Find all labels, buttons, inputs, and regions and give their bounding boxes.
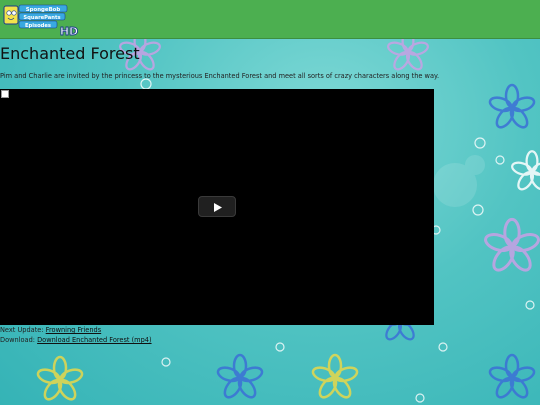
- broken-image-icon: [1, 90, 9, 98]
- play-button[interactable]: [198, 196, 236, 217]
- download-row: Download: Download Enchanted Forest (mp4…: [0, 336, 152, 344]
- play-icon: [214, 203, 222, 212]
- site-logo[interactable]: SpongeBob SquarePants Episodes HD: [2, 2, 80, 36]
- next-update-label: Next Update:: [0, 326, 44, 334]
- logo-line-1: SpongeBob: [26, 7, 61, 13]
- logo-line-4: HD: [60, 25, 78, 36]
- next-update-link[interactable]: Frowning Friends: [46, 326, 102, 334]
- page-title: Enchanted Forest: [0, 44, 140, 63]
- logo-line-3: Episodes: [25, 23, 51, 29]
- logo-line-2: SquarePants: [23, 15, 60, 21]
- site-header: SpongeBob SquarePants Episodes HD: [0, 0, 540, 39]
- download-link[interactable]: Download Enchanted Forest (mp4): [37, 336, 151, 344]
- episode-description: Pim and Charlie are invited by the princ…: [0, 72, 440, 80]
- next-update-row: Next Update: Frowning Friends: [0, 326, 101, 334]
- video-player[interactable]: [0, 89, 434, 325]
- download-label: Download:: [0, 336, 35, 344]
